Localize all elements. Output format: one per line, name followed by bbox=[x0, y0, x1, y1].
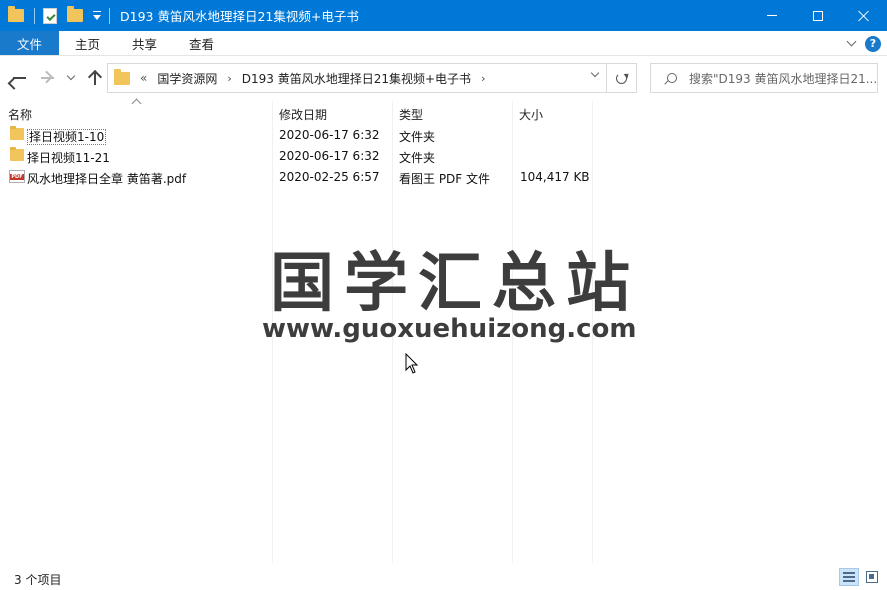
item-count: 3 个项目 bbox=[14, 573, 62, 587]
column-header-name[interactable]: 名称 bbox=[8, 106, 32, 123]
column-header-modified[interactable]: 修改日期 bbox=[279, 106, 327, 123]
new-folder-icon[interactable] bbox=[67, 6, 83, 22]
toolbar-divider bbox=[34, 7, 35, 24]
up-button[interactable] bbox=[84, 68, 106, 88]
folder-icon bbox=[8, 6, 24, 22]
tab-file[interactable]: 文件 bbox=[0, 31, 60, 55]
forward-arrow-icon bbox=[40, 77, 54, 79]
back-button[interactable] bbox=[8, 68, 30, 88]
breadcrumb-separator-icon[interactable]: › bbox=[227, 72, 231, 85]
customize-toolbar-icon[interactable] bbox=[93, 11, 101, 20]
watermark-title: 国学汇总站 bbox=[270, 247, 640, 321]
breadcrumb: « 国学资源网 › D193 黄笛风水地理择日21集视频+电子书 › bbox=[140, 70, 495, 87]
watermark-url: www.guoxuehuizong.com bbox=[262, 314, 637, 344]
file-name[interactable]: 择日视频1-10 bbox=[27, 129, 107, 145]
minimize-icon bbox=[767, 15, 777, 16]
folder-icon bbox=[114, 68, 130, 85]
ribbon-tabs: 文件 主页 共享 查看 ? bbox=[0, 31, 887, 56]
chevron-down-icon bbox=[66, 71, 76, 81]
file-modified: 2020-02-25 6:57 bbox=[279, 170, 380, 184]
tab-share[interactable]: 共享 bbox=[116, 31, 173, 55]
folder-icon bbox=[10, 126, 24, 140]
close-button[interactable] bbox=[841, 0, 887, 31]
refresh-button[interactable] bbox=[607, 63, 637, 93]
file-name[interactable]: 风水地理择日全章 黄笛著.pdf bbox=[27, 170, 186, 187]
large-icons-view-icon bbox=[866, 571, 878, 583]
window-controls bbox=[749, 0, 887, 31]
file-row[interactable]: PDF 风水地理择日全章 黄笛著.pdf 2020-02-25 6:57 看图王… bbox=[0, 167, 600, 188]
back-arrow-icon bbox=[12, 77, 26, 79]
status-bar: 3 个项目 bbox=[0, 566, 887, 590]
minimize-button[interactable] bbox=[749, 0, 795, 31]
file-modified: 2020-06-17 6:32 bbox=[279, 149, 380, 163]
breadcrumb-item[interactable]: D193 黄笛风水地理择日21集视频+电子书 bbox=[242, 70, 471, 87]
close-icon bbox=[858, 10, 870, 22]
file-type: 文件夹 bbox=[399, 151, 436, 165]
address-bar[interactable]: « 国学资源网 › D193 黄笛风水地理择日21集视频+电子书 › bbox=[107, 63, 607, 93]
toolbar-divider bbox=[109, 7, 110, 24]
breadcrumb-item[interactable]: 国学资源网 bbox=[157, 70, 217, 87]
file-row[interactable]: 择日视频1-10 2020-06-17 6:32 文件夹 bbox=[0, 125, 600, 146]
chevron-down-icon bbox=[590, 68, 600, 78]
breadcrumb-separator-icon[interactable]: › bbox=[481, 72, 485, 85]
expand-ribbon-icon[interactable] bbox=[846, 36, 857, 47]
quick-access-toolbar bbox=[0, 0, 118, 31]
search-input[interactable]: 搜索"D193 黄笛风水地理择日21... bbox=[689, 70, 877, 87]
tab-home[interactable]: 主页 bbox=[59, 31, 116, 55]
file-modified: 2020-06-17 6:32 bbox=[279, 128, 380, 142]
file-size: 104,417 KB bbox=[520, 170, 590, 184]
refresh-icon bbox=[616, 72, 627, 84]
ribbon-controls: ? bbox=[846, 31, 881, 56]
sort-ascending-icon bbox=[131, 98, 142, 109]
search-icon bbox=[667, 73, 677, 83]
pdf-icon: PDF bbox=[9, 170, 25, 183]
file-name[interactable]: 择日视频11-21 bbox=[27, 149, 110, 166]
up-arrow-icon bbox=[94, 71, 96, 85]
recent-locations-button[interactable] bbox=[64, 68, 78, 88]
maximize-icon bbox=[813, 10, 823, 21]
search-box[interactable]: 搜索"D193 黄笛风水地理择日21... bbox=[650, 63, 878, 93]
tab-view[interactable]: 查看 bbox=[173, 31, 230, 55]
file-type: 文件夹 bbox=[399, 130, 436, 144]
address-dropdown-button[interactable] bbox=[590, 68, 600, 78]
folder-icon bbox=[10, 147, 24, 161]
file-type: 看图王 PDF 文件 bbox=[399, 172, 491, 186]
mouse-cursor-icon bbox=[405, 353, 419, 374]
window-title: D193 黄笛风水地理择日21集视频+电子书 bbox=[120, 9, 359, 24]
properties-icon[interactable] bbox=[43, 7, 57, 24]
large-icons-view-button[interactable] bbox=[862, 568, 882, 586]
file-row[interactable]: 择日视频11-21 2020-06-17 6:32 文件夹 bbox=[0, 146, 600, 167]
navigation-bar: « 国学资源网 › D193 黄笛风水地理择日21集视频+电子书 › 搜索"D1… bbox=[0, 56, 887, 100]
column-header-type[interactable]: 类型 bbox=[399, 106, 423, 123]
maximize-button[interactable] bbox=[795, 0, 841, 31]
breadcrumb-overflow[interactable]: « bbox=[140, 71, 147, 85]
title-bar: D193 黄笛风水地理择日21集视频+电子书 bbox=[0, 0, 887, 31]
details-view-button[interactable] bbox=[839, 568, 859, 586]
help-icon[interactable]: ? bbox=[865, 35, 881, 52]
forward-button[interactable] bbox=[36, 68, 58, 88]
column-header-size[interactable]: 大小 bbox=[519, 106, 543, 123]
details-view-icon bbox=[843, 572, 855, 582]
